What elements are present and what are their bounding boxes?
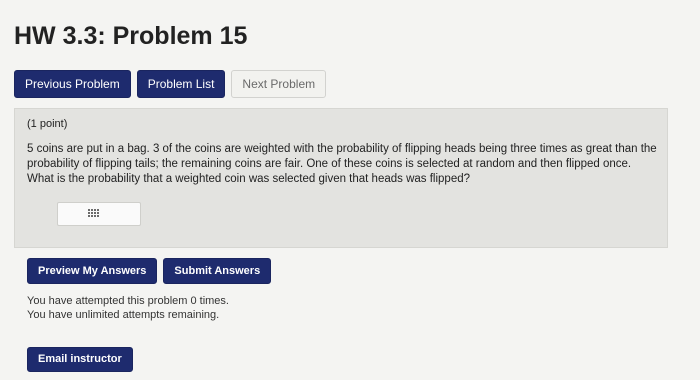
preview-answers-button[interactable]: Preview My Answers [27,258,158,284]
attempts-info: You have attempted this problem 0 times.… [27,294,229,322]
answer-actions: Preview My Answers Submit Answers [27,258,272,284]
attempts-count-text: You have attempted this problem 0 times. [27,295,229,307]
email-instructor-container: Email instructor [27,347,133,372]
problem-navigation: Previous Problem Problem List Next Probl… [14,70,327,98]
attempts-remaining-text: You have unlimited attempts remaining. [27,309,220,321]
problem-points: (1 point) [27,118,68,130]
email-instructor-button[interactable]: Email instructor [27,347,133,372]
equation-editor-icon[interactable] [88,209,100,218]
problem-text: 5 coins are put in a bag. 3 of the coins… [27,143,657,185]
homework-page: HW 3.3: Problem 15 Previous Problem Prob… [0,0,700,380]
problem-list-button[interactable]: Problem List [136,70,226,98]
answer-input[interactable] [57,202,141,226]
page-title: HW 3.3: Problem 15 [14,22,248,50]
submit-answers-button[interactable]: Submit Answers [163,258,272,284]
next-problem-button: Next Problem [231,70,327,98]
problem-panel: (1 point) 5 coins are put in a bag. 3 of… [14,108,668,248]
previous-problem-button[interactable]: Previous Problem [14,70,131,98]
